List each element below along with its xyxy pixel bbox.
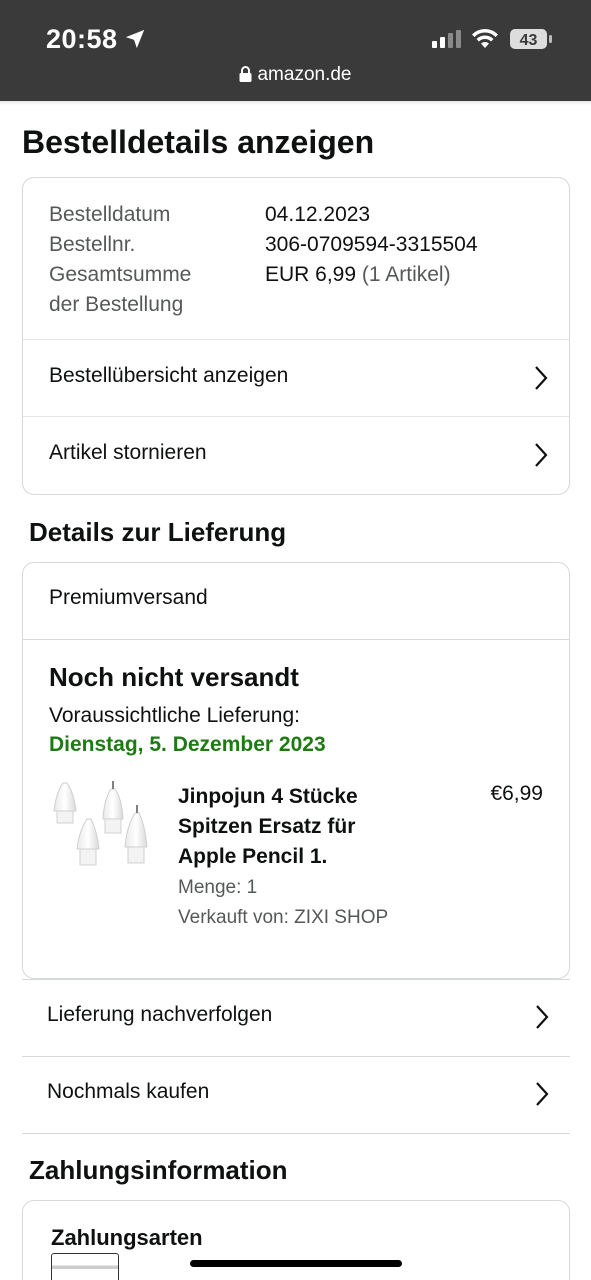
- order-total-amount: EUR 6,99: [265, 263, 357, 286]
- product-quantity: Menge: 1: [178, 877, 258, 898]
- buy-again-row[interactable]: Nochmals kaufen: [22, 1056, 570, 1133]
- order-summary-label: Bestellübersicht anzeigen: [49, 364, 289, 387]
- divider: [23, 639, 569, 640]
- chevron-right-icon: [535, 366, 548, 390]
- chevron-right-icon: [536, 1005, 549, 1029]
- chevron-right-icon: [536, 1082, 549, 1106]
- buy-again-label: Nochmals kaufen: [47, 1080, 210, 1103]
- order-number-label: Bestellnr.: [49, 233, 136, 256]
- divider: [22, 1133, 570, 1134]
- battery-level: 43: [520, 32, 538, 49]
- cellular-signal-icon: [432, 30, 461, 48]
- address-bar[interactable]: amazon.de: [0, 64, 591, 86]
- header-shadow: [0, 101, 591, 105]
- order-info-card: Bestelldatum 04.12.2023 Bestellnr. 306-0…: [22, 177, 570, 495]
- order-item-count: (1 Artikel): [361, 263, 451, 286]
- shipment-status: Noch nicht versandt: [49, 662, 299, 692]
- battery-icon: 43: [509, 28, 553, 50]
- order-date-label: Bestelldatum: [49, 203, 171, 226]
- product-image[interactable]: [51, 779, 155, 889]
- product-seller[interactable]: Verkauft von: ZIXI SHOP: [178, 907, 388, 929]
- track-delivery-label: Lieferung nachverfolgen: [47, 1003, 273, 1026]
- status-bar: 20:58 43 amazon.de: [0, 0, 591, 101]
- order-total-label-line2: der Bestellung: [49, 293, 184, 316]
- product-title[interactable]: Jinpojun 4 Stücke Spitzen Ersatz für App…: [178, 782, 398, 872]
- order-date-value: 04.12.2023: [265, 203, 371, 226]
- product-price: €6,99: [490, 782, 543, 805]
- delivery-heading: Details zur Lieferung: [29, 517, 287, 547]
- payment-methods-title: Zahlungsarten: [51, 1225, 203, 1250]
- url-text: amazon.de: [257, 64, 352, 85]
- lock-icon: [239, 66, 252, 82]
- credit-card-icon: [51, 1253, 119, 1280]
- expected-delivery-label: Voraussichtliche Lieferung:: [49, 704, 300, 727]
- cancel-items-label: Artikel stornieren: [49, 441, 207, 464]
- order-summary-row[interactable]: Bestellübersicht anzeigen: [23, 339, 569, 416]
- order-number-value: 306-0709594-3315504: [265, 233, 478, 256]
- track-delivery-row[interactable]: Lieferung nachverfolgen: [22, 979, 570, 1056]
- payment-heading: Zahlungsinformation: [29, 1155, 288, 1185]
- location-arrow-icon: [125, 29, 145, 49]
- wifi-icon: [472, 28, 498, 48]
- shipping-type: Premiumversand: [49, 586, 208, 609]
- home-indicator[interactable]: [190, 1260, 402, 1267]
- order-total-label-line1: Gesamtsumme: [49, 263, 192, 286]
- delivery-card: Premiumversand Noch nicht versandt Vorau…: [22, 562, 570, 979]
- page-title: Bestelldetails anzeigen: [22, 124, 375, 160]
- cancel-items-row[interactable]: Artikel stornieren: [23, 416, 569, 493]
- status-time: 20:58: [46, 24, 118, 54]
- chevron-right-icon: [535, 443, 548, 467]
- expected-delivery-date: Dienstag, 5. Dezember 2023: [49, 733, 326, 756]
- payment-card: Zahlungsarten: [22, 1200, 570, 1280]
- order-total-value: EUR 6,99 (1 Artikel): [265, 260, 451, 290]
